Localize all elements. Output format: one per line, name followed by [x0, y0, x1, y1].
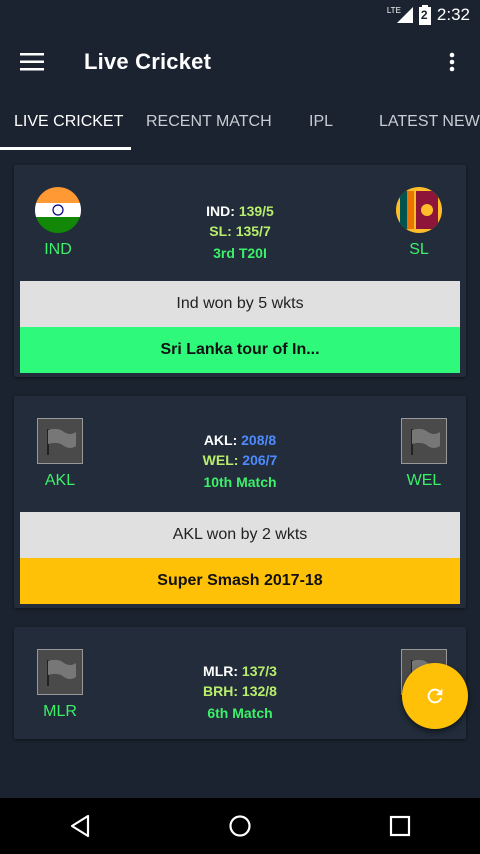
- score1-value: 139/5: [238, 203, 274, 219]
- score2-value: 135/7: [235, 223, 271, 239]
- result-bar: Ind won by 5 wkts: [20, 281, 460, 327]
- battery-level: 2: [420, 8, 428, 22]
- series-bar[interactable]: Sri Lanka tour of In...: [20, 327, 460, 373]
- app-title: Live Cricket: [84, 49, 212, 74]
- score2-value: 206/7: [242, 452, 278, 468]
- clock: 2:32: [436, 5, 470, 24]
- score1-label: AKL:: [203, 432, 238, 448]
- match-card[interactable]: AKL WEL AKL: 208/8 WEL: 206/7 10th Match…: [14, 396, 466, 608]
- score2-label: BRH:: [203, 683, 239, 699]
- result-bar: AKL won by 2 wkts: [20, 512, 460, 558]
- score2-label: SL:: [209, 223, 232, 239]
- match-number: 6th Match: [207, 705, 273, 721]
- score1-value: 137/3: [241, 663, 277, 679]
- signal-icon: [396, 7, 413, 23]
- recents-square-icon[interactable]: [370, 798, 430, 854]
- system-nav-bar: [0, 798, 480, 854]
- tab-live-cricket[interactable]: LIVE CRICKET: [14, 94, 123, 150]
- score1-label: IND:: [206, 203, 235, 219]
- series-bar[interactable]: Super Smash 2017-18: [20, 558, 460, 604]
- tab-ipl[interactable]: IPL: [309, 94, 333, 150]
- hamburger-menu-icon[interactable]: [0, 30, 64, 94]
- score2-label: WEL:: [202, 452, 239, 468]
- score-block: IND: 139/5 SL: 135/7 3rd T20I: [14, 201, 466, 263]
- score1-label: MLR:: [203, 663, 239, 679]
- score-block: MLR: 137/3 BRH: 132/8 6th Match: [14, 661, 466, 723]
- match-card[interactable]: IND SL IND: 139/5 SL: 135/7 3rd T20I Ind…: [14, 165, 466, 377]
- tab-recent-match[interactable]: RECENT MATCH: [146, 94, 272, 150]
- refresh-icon: [427, 688, 443, 704]
- match-number: 10th Match: [203, 474, 277, 490]
- back-triangle-icon[interactable]: [50, 798, 110, 854]
- battery-icon: 2: [418, 5, 431, 25]
- match-number: 3rd T20I: [213, 245, 267, 261]
- tab-latest-news[interactable]: LATEST NEWS: [379, 94, 480, 150]
- more-vert-icon[interactable]: [434, 44, 470, 80]
- app-bar: Live Cricket: [0, 30, 480, 94]
- tab-indicator: [0, 147, 131, 150]
- score2-value: 132/8: [241, 683, 277, 699]
- refresh-button[interactable]: [402, 663, 468, 729]
- score1-value: 208/8: [241, 432, 277, 448]
- match-card[interactable]: MLR MLR: 137/3 BRH: 132/8 6th Match: [14, 627, 466, 739]
- tab-bar: LIVE CRICKET RECENT MATCH IPL LATEST NEW…: [0, 94, 480, 150]
- score-block: AKL: 208/8 WEL: 206/7 10th Match: [14, 430, 466, 492]
- home-circle-icon[interactable]: [210, 798, 270, 854]
- status-bar: LTE 2 2:32: [0, 0, 480, 30]
